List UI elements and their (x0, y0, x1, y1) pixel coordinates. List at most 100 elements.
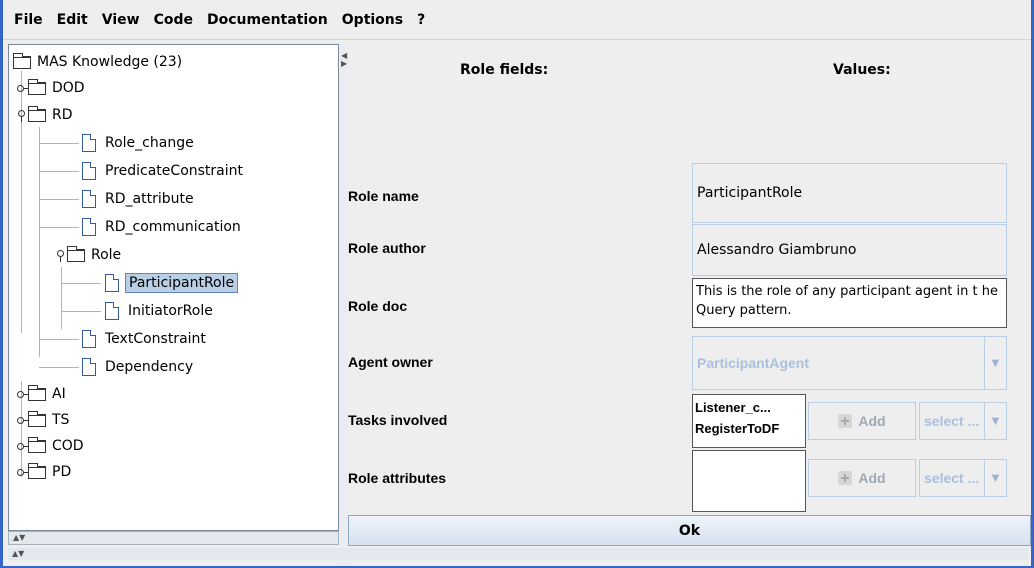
tree-root-label: MAS Knowledge (23) (37, 54, 183, 70)
knowledge-tree[interactable]: MAS Knowledge (23) DOD RD Role_change Pr… (8, 44, 339, 531)
attributes-select-value: select ... (924, 470, 980, 486)
vertical-splitter[interactable]: ◀ ▶ (340, 44, 348, 564)
tree-leaf-text-constraint[interactable]: TextConstraint (82, 326, 209, 352)
collapse-handle-icon[interactable] (16, 109, 28, 122)
split-arrows-icon[interactable]: ▲▼ (12, 550, 24, 558)
menu-documentation[interactable]: Documentation (200, 8, 335, 32)
tasks-add-button[interactable]: Add (808, 402, 916, 440)
add-button-label: Add (858, 470, 886, 486)
chevron-down-icon[interactable]: ▼ (984, 460, 1006, 496)
expand-handle-icon[interactable] (16, 388, 29, 400)
document-icon (82, 218, 96, 236)
app-window: File Edit View Code Documentation Option… (3, 0, 1031, 566)
tree-leaf-rd-attribute[interactable]: RD_attribute (82, 186, 197, 212)
tree-leaf-participant-role[interactable]: ParticipantRole (105, 270, 239, 296)
role-author-label: Role author (348, 240, 426, 256)
tree-line (39, 199, 79, 200)
role-name-field[interactable]: ParticipantRole (692, 163, 1007, 223)
chevron-down-icon[interactable]: ▼ (984, 403, 1006, 439)
role-author-field[interactable]: Alessandro Giambruno (692, 224, 1007, 276)
tree-leaf-rd-communication[interactable]: RD_communication (82, 214, 244, 240)
folder-icon (28, 436, 46, 453)
role-doc-label: Role doc (348, 298, 408, 314)
menu-help[interactable]: ? (410, 8, 432, 32)
tree-node-label: InitiatorRole (128, 303, 213, 319)
tree-node-label: Role_change (105, 135, 194, 151)
tasks-list[interactable]: Listener_c... RegisterToDF (692, 394, 806, 448)
folder-icon (67, 245, 85, 262)
tree-line (39, 127, 40, 357)
tree-node-label: Dependency (105, 359, 194, 375)
tree-node-cod[interactable]: COD (16, 433, 87, 459)
tree-node-label: Role (91, 247, 122, 263)
tree-line (39, 367, 79, 368)
tasks-select-value: select ... (924, 413, 980, 429)
agent-owner-combo[interactable]: ParticipantAgent ▼ (692, 336, 1007, 390)
tasks-select-combo[interactable]: select ... ▼ (919, 402, 1007, 440)
list-item[interactable]: RegisterToDF (695, 418, 803, 439)
document-icon (82, 358, 96, 376)
tree-horizontal-splitter[interactable]: ▲▼ (8, 531, 339, 545)
attributes-add-button[interactable]: Add (808, 459, 916, 497)
menu-view[interactable]: View (95, 8, 147, 32)
role-author-value: Alessandro Giambruno (697, 242, 857, 258)
tree-node-pd[interactable]: PD (16, 459, 74, 485)
agent-owner-value: ParticipantAgent (697, 355, 810, 371)
tasks-involved-label: Tasks involved (348, 412, 448, 428)
expand-handle-icon[interactable] (16, 466, 29, 478)
document-icon (82, 330, 96, 348)
document-icon (82, 134, 96, 152)
tree-node-label-selected: ParticipantRole (125, 273, 239, 293)
chevron-down-icon[interactable]: ▼ (984, 337, 1006, 389)
menu-code[interactable]: Code (147, 8, 200, 32)
folder-icon (28, 384, 46, 401)
document-icon (105, 302, 119, 320)
tree-line (61, 283, 101, 284)
document-icon (82, 162, 96, 180)
tree-root[interactable]: MAS Knowledge (23) (13, 49, 185, 75)
tree-line (39, 227, 79, 228)
tree-node-label: COD (52, 438, 84, 454)
tree-node-label: RD_communication (105, 219, 241, 235)
tree-line (39, 143, 79, 144)
folder-icon (28, 105, 46, 122)
add-icon (838, 471, 853, 485)
values-header: Values: (833, 62, 891, 78)
expand-handle-icon[interactable] (16, 82, 29, 94)
attributes-list[interactable] (692, 450, 806, 512)
role-fields-header: Role fields: (460, 62, 549, 78)
ok-button[interactable]: Ok (348, 515, 1031, 546)
bottom-splitter[interactable]: ▲▼ (8, 548, 1028, 560)
tree-node-label: PredicateConstraint (105, 163, 243, 179)
menu-edit[interactable]: Edit (50, 8, 95, 32)
tree-leaf-role-change[interactable]: Role_change (82, 130, 197, 156)
expand-handle-icon[interactable] (16, 414, 29, 426)
tree-leaf-predicate-constraint[interactable]: PredicateConstraint (82, 158, 246, 184)
collapse-handle-icon[interactable] (55, 249, 67, 262)
folder-icon (28, 462, 46, 479)
expand-handle-icon[interactable] (16, 440, 29, 452)
menu-options[interactable]: Options (335, 8, 410, 32)
tree-node-rd[interactable]: RD (16, 102, 76, 128)
list-item[interactable]: Listener_c... (695, 397, 803, 418)
tree-node-ai[interactable]: AI (16, 381, 69, 407)
tree-node-role[interactable]: Role (55, 242, 124, 268)
folder-icon (28, 410, 46, 427)
menu-file[interactable]: File (7, 8, 50, 32)
tree-leaf-initiator-role[interactable]: InitiatorRole (105, 298, 216, 324)
tree-node-label: RD_attribute (105, 191, 194, 207)
split-arrows-icon[interactable]: ▲▼ (13, 534, 25, 542)
document-icon (82, 190, 96, 208)
role-name-label: Role name (348, 188, 419, 204)
ok-button-label: Ok (678, 522, 701, 539)
tree-node-dod[interactable]: DOD (16, 75, 88, 101)
attributes-select-combo[interactable]: select ... ▼ (919, 459, 1007, 497)
tree-line (39, 171, 79, 172)
tree-line (61, 311, 101, 312)
role-form: Role fields: Values: Role name Participa… (348, 44, 1031, 514)
role-doc-textarea[interactable]: This is the role of any participant agen… (692, 278, 1007, 328)
tree-node-label: RD (52, 107, 73, 123)
tree-node-ts[interactable]: TS (16, 407, 72, 433)
tree-node-label: AI (52, 386, 66, 402)
tree-leaf-dependency[interactable]: Dependency (82, 354, 196, 380)
